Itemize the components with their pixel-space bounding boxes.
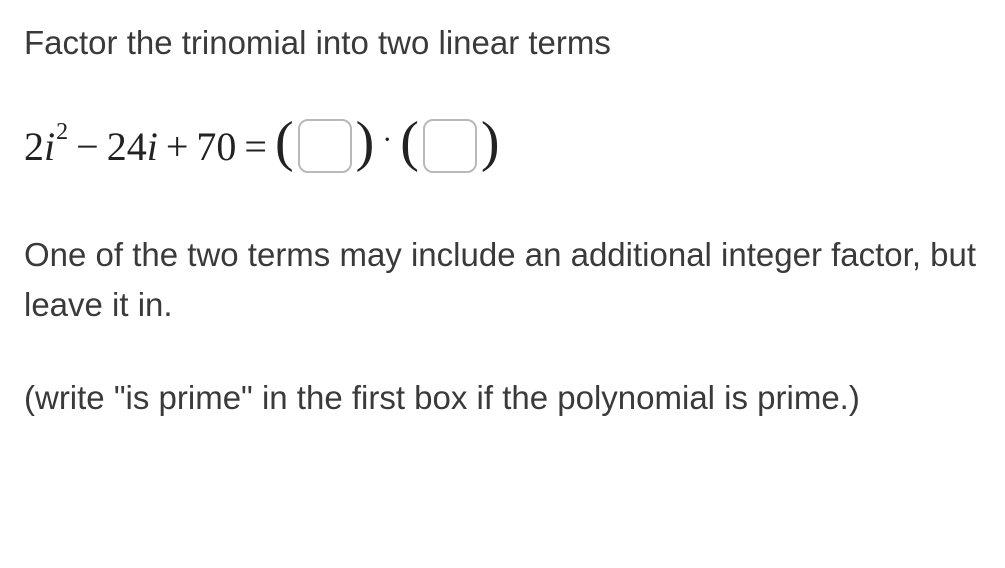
constant: 70 bbox=[196, 123, 236, 170]
prime-note: (write "is prime" in the first box if th… bbox=[24, 373, 981, 423]
var-2: i bbox=[147, 123, 158, 170]
close-paren-2: ) bbox=[481, 110, 500, 174]
hint-text: One of the two terms may include an addi… bbox=[24, 230, 981, 329]
operator-minus: − bbox=[76, 123, 99, 170]
var-1: i bbox=[44, 123, 55, 170]
multiply-dot: · bbox=[382, 123, 392, 157]
factor-input-2[interactable] bbox=[423, 119, 477, 173]
question-prompt: Factor the trinomial into two linear ter… bbox=[24, 20, 981, 66]
exponent-1: 2 bbox=[56, 119, 68, 146]
factor-input-1[interactable] bbox=[298, 119, 352, 173]
coef-1: 2 bbox=[24, 123, 44, 170]
close-paren-1: ) bbox=[356, 110, 375, 174]
coef-2: 24 bbox=[107, 123, 147, 170]
equals-sign: = bbox=[244, 123, 267, 170]
open-paren-2: ( bbox=[400, 110, 419, 174]
lhs-expression: 2i2 − 24i + 70 = bbox=[24, 123, 275, 170]
equation-row: 2i2 − 24i + 70 = ( ) · ( ) bbox=[24, 114, 981, 178]
operator-plus: + bbox=[166, 123, 189, 170]
open-paren-1: ( bbox=[275, 110, 294, 174]
